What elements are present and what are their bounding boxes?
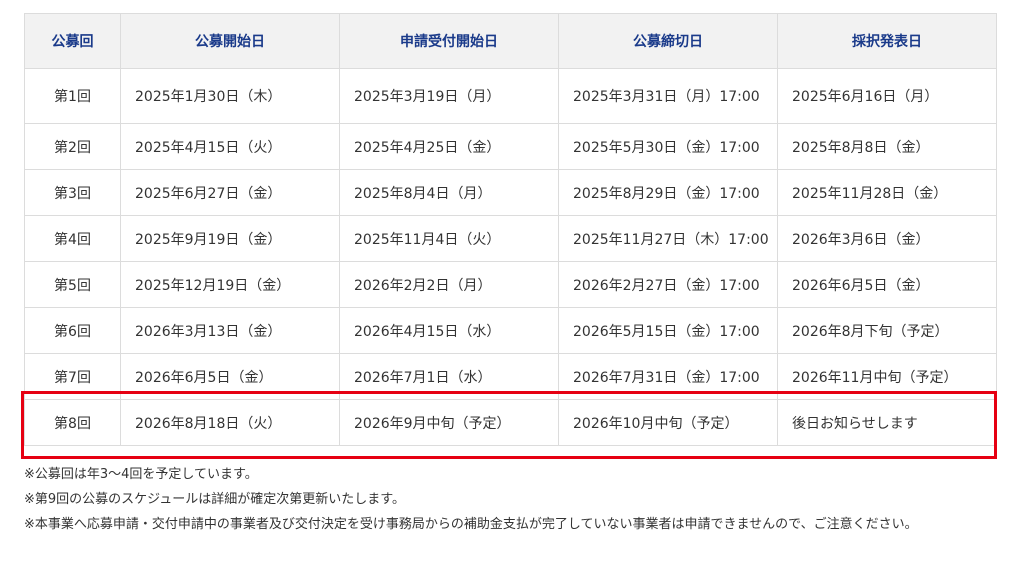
cell-round: 第1回 xyxy=(24,68,121,124)
table-header-row: 公募回 公募開始日 申請受付開始日 公募締切日 採択発表日 xyxy=(24,13,997,69)
cell-round: 第4回 xyxy=(24,215,121,262)
cell-deadline: 2025年8月29日（金）17:00 xyxy=(558,169,778,216)
cell-announcement: 2025年11月28日（金） xyxy=(777,169,997,216)
notes: ※公募回は年3〜4回を予定しています。 ※第9回の公募のスケジュールは詳細が確定… xyxy=(24,462,1004,537)
cell-application-start: 2026年9月中旬（予定） xyxy=(339,399,559,446)
cell-round: 第8回 xyxy=(24,399,121,446)
cell-announcement: 2026年11月中旬（予定） xyxy=(777,353,997,400)
table-row: 第2回 2025年4月15日（火） 2025年4月25日（金） 2025年5月3… xyxy=(24,123,997,170)
note-item: ※第9回の公募のスケジュールは詳細が確定次第更新いたします。 xyxy=(24,492,405,507)
cell-start-date: 2025年1月30日（木） xyxy=(120,68,340,124)
note-item: ※公募回は年3〜4回を予定しています。 xyxy=(24,467,258,482)
cell-application-start: 2025年4月25日（金） xyxy=(339,123,559,170)
cell-announcement: 後日お知らせします xyxy=(777,399,997,446)
cell-deadline: 2025年5月30日（金）17:00 xyxy=(558,123,778,170)
cell-round: 第5回 xyxy=(24,261,121,308)
table-row: 第6回 2026年3月13日（金） 2026年4月15日（水） 2026年5月1… xyxy=(24,307,997,354)
cell-announcement: 2026年6月5日（金） xyxy=(777,261,997,308)
table-row: 第7回 2026年6月5日（金） 2026年7月1日（水） 2026年7月31日… xyxy=(24,353,997,400)
cell-round: 第6回 xyxy=(24,307,121,354)
cell-round: 第7回 xyxy=(24,353,121,400)
cell-round: 第2回 xyxy=(24,123,121,170)
cell-application-start: 2026年2月2日（月） xyxy=(339,261,559,308)
cell-announcement: 2025年6月16日（月） xyxy=(777,68,997,124)
table-row-highlighted: 第8回 2026年8月18日（火） 2026年9月中旬（予定） 2026年10月… xyxy=(24,399,997,446)
cell-application-start: 2025年8月4日（月） xyxy=(339,169,559,216)
header-announcement: 採択発表日 xyxy=(777,13,997,69)
cell-deadline: 2026年5月15日（金）17:00 xyxy=(558,307,778,354)
header-round: 公募回 xyxy=(24,13,121,69)
table-row: 第4回 2025年9月19日（金） 2025年11月4日（火） 2025年11月… xyxy=(24,215,997,262)
cell-application-start: 2026年7月1日（水） xyxy=(339,353,559,400)
cell-start-date: 2025年12月19日（金） xyxy=(120,261,340,308)
schedule-table: 公募回 公募開始日 申請受付開始日 公募締切日 採択発表日 第1回 2025年1… xyxy=(24,13,997,446)
cell-deadline: 2026年7月31日（金）17:00 xyxy=(558,353,778,400)
cell-start-date: 2025年4月15日（火） xyxy=(120,123,340,170)
cell-round: 第3回 xyxy=(24,169,121,216)
cell-deadline: 2026年2月27日（金）17:00 xyxy=(558,261,778,308)
cell-application-start: 2025年11月4日（火） xyxy=(339,215,559,262)
cell-start-date: 2025年6月27日（金） xyxy=(120,169,340,216)
cell-deadline: 2026年10月中旬（予定） xyxy=(558,399,778,446)
note-item: ※本事業へ応募申請・交付申請中の事業者及び交付決定を受け事務局からの補助金支払が… xyxy=(24,517,918,532)
cell-start-date: 2026年6月5日（金） xyxy=(120,353,340,400)
cell-start-date: 2025年9月19日（金） xyxy=(120,215,340,262)
cell-announcement: 2025年8月8日（金） xyxy=(777,123,997,170)
header-application-start: 申請受付開始日 xyxy=(339,13,559,69)
table-row: 第3回 2025年6月27日（金） 2025年8月4日（月） 2025年8月29… xyxy=(24,169,997,216)
cell-announcement: 2026年3月6日（金） xyxy=(777,215,997,262)
cell-deadline: 2025年11月27日（木）17:00 xyxy=(558,215,778,262)
cell-announcement: 2026年8月下旬（予定） xyxy=(777,307,997,354)
header-deadline: 公募締切日 xyxy=(558,13,778,69)
header-start-date: 公募開始日 xyxy=(120,13,340,69)
table-row: 第5回 2025年12月19日（金） 2026年2月2日（月） 2026年2月2… xyxy=(24,261,997,308)
cell-application-start: 2026年4月15日（水） xyxy=(339,307,559,354)
cell-application-start: 2025年3月19日（月） xyxy=(339,68,559,124)
cell-deadline: 2025年3月31日（月）17:00 xyxy=(558,68,778,124)
cell-start-date: 2026年8月18日（火） xyxy=(120,399,340,446)
cell-start-date: 2026年3月13日（金） xyxy=(120,307,340,354)
table-row: 第1回 2025年1月30日（木） 2025年3月19日（月） 2025年3月3… xyxy=(24,68,997,124)
